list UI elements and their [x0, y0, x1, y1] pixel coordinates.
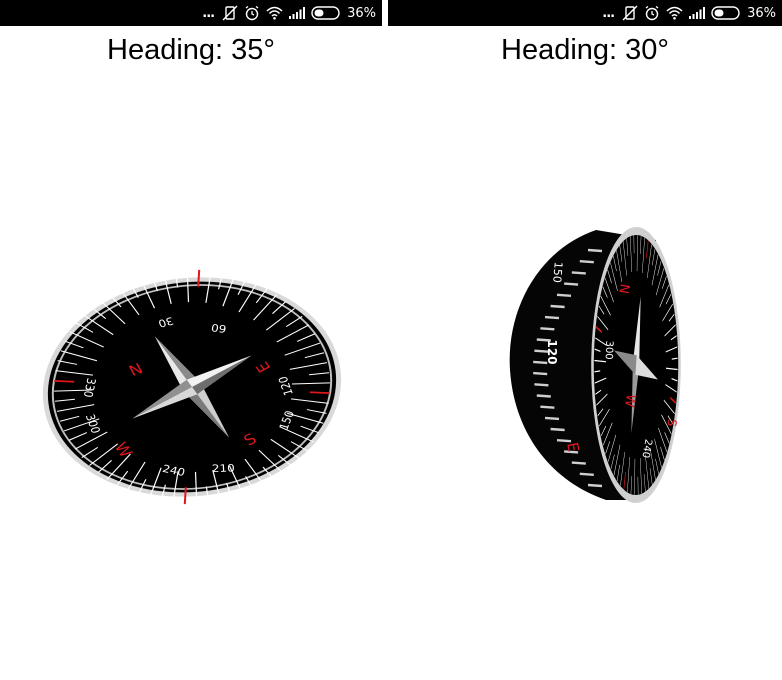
compass-side-tick: [533, 371, 548, 376]
compass-side-tick: [587, 248, 603, 253]
screen-left: ... 36% Heading: 35° N E S W 30 60 120 1…: [0, 0, 382, 680]
compass-side-tick: [564, 282, 579, 286]
degree-label-210: 210: [212, 462, 235, 475]
compass-side-tick: [536, 394, 551, 398]
compass-side-tick: [587, 483, 603, 488]
compass-dial[interactable]: N E S W 30 60 120 150 210 240 300 330: [0, 0, 382, 680]
compass-side-tick: [556, 439, 572, 443]
compass-side-tick: [579, 472, 594, 476]
compass-side-tick: [550, 427, 565, 432]
degree-label-150: 150: [550, 261, 565, 283]
compass-side-tick: [550, 304, 565, 309]
compass-side-tick: [534, 383, 549, 387]
screen-right: ... 36% Heading: 30° N E S W 150 120 300…: [388, 0, 782, 680]
compass-side-tick: [540, 327, 555, 331]
compass-dial[interactable]: N E S W 150 120 300 240: [388, 0, 782, 680]
compass-side-tick: [579, 260, 594, 264]
compass-side-tick: [571, 271, 586, 275]
compass-side-tick: [556, 293, 572, 297]
degree-label-60: 60: [210, 321, 227, 335]
compass-side-tick: [544, 416, 560, 421]
cardinal-w: W: [621, 393, 638, 408]
compass-side-tick: [540, 405, 555, 409]
compass-side-tick: [571, 461, 586, 465]
degree-label-120: 120: [545, 339, 559, 364]
compass-side-tick: [544, 315, 560, 320]
degree-label-300: 300: [603, 340, 615, 359]
